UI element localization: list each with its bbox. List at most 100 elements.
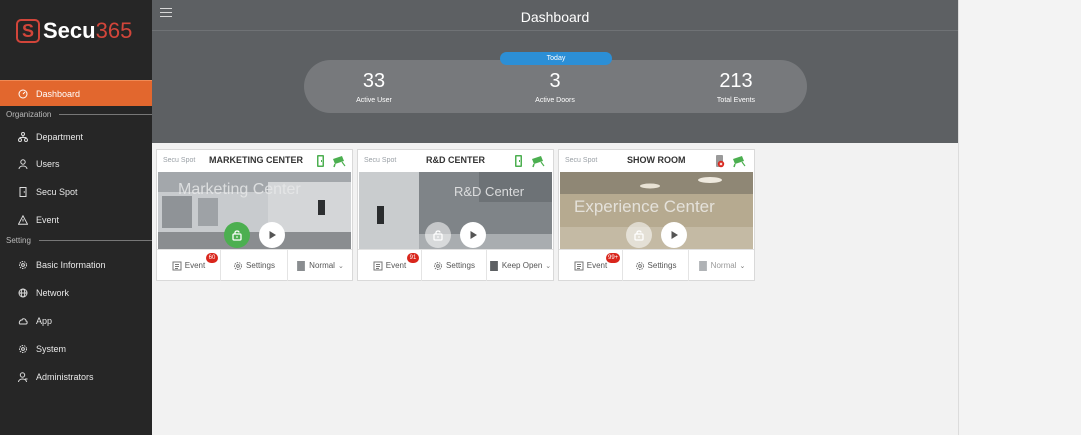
sidebar-item-label: Department: [36, 132, 84, 142]
play-button[interactable]: [661, 222, 687, 248]
door-mode-value: Keep Open: [501, 261, 543, 270]
door-mode-icon: [489, 260, 498, 271]
sidebar-item-event[interactable]: Event: [0, 207, 152, 233]
department-icon: [16, 132, 30, 142]
logo: S Secu365: [16, 16, 132, 46]
door-mode-select[interactable]: Keep Open ⌄: [487, 250, 553, 281]
settings-label: Settings: [647, 261, 677, 270]
door-status-icon: [716, 155, 725, 168]
door-camera-image: R&D Center: [359, 172, 552, 249]
section-organization: Organization: [6, 110, 152, 119]
sidebar-item-department[interactable]: Department: [0, 124, 152, 150]
door-card: Secu Spot SHOW ROOM Experience Center Ev…: [558, 149, 755, 281]
sidebar-item-label: Event: [36, 215, 60, 225]
event-button[interactable]: Event 91: [358, 250, 422, 281]
stat-label: Active User: [356, 97, 392, 104]
right-empty-pane: [958, 0, 1081, 435]
cloud-icon: [16, 316, 30, 326]
event-count-badge: 60: [206, 253, 218, 263]
card-title: R&D CENTER: [426, 155, 486, 165]
app-root: S Secu365 Dashboard Organization Departm…: [0, 0, 1081, 435]
sidebar-item-app[interactable]: App: [0, 308, 152, 334]
today-badge: Today: [500, 52, 612, 65]
settings-label: Settings: [446, 261, 475, 270]
door-camera-image: Marketing Center: [158, 172, 351, 249]
door-mode-icon: [698, 260, 707, 271]
card-type: Secu Spot: [364, 157, 397, 164]
event-list-icon: [172, 261, 182, 270]
door-mode-select[interactable]: Normal ⌄: [288, 250, 352, 281]
section-setting: Setting: [6, 236, 152, 245]
chevron-down-icon: ⌄: [337, 262, 344, 270]
sidebar-item-basic-information[interactable]: Basic Information: [0, 252, 152, 278]
event-label: Event: [385, 261, 407, 270]
card-title: MARKETING CENTER: [209, 155, 303, 165]
stat-value: 3: [549, 70, 561, 92]
play-button[interactable]: [460, 222, 486, 248]
event-count-badge: 99+: [606, 253, 621, 263]
stat-value: 213: [719, 70, 753, 92]
card-header: Secu Spot R&D CENTER: [358, 150, 553, 172]
camera-icon: [733, 156, 746, 168]
topbar: Dashboard: [152, 0, 958, 31]
sidebar-item-dashboard[interactable]: Dashboard: [0, 80, 152, 106]
settings-button[interactable]: Settings: [221, 250, 288, 281]
door-card: Secu Spot MARKETING CENTER Marketing Cen…: [156, 149, 353, 281]
card-type: Secu Spot: [565, 157, 598, 164]
door-mode-select[interactable]: Normal ⌄: [689, 250, 754, 281]
sidebar-item-secu-spot[interactable]: Secu Spot: [0, 179, 152, 205]
event-label: Event: [184, 261, 206, 270]
logo-shield-icon: S: [16, 19, 40, 43]
event-button[interactable]: Event 60: [157, 250, 221, 281]
event-button[interactable]: Event 99+: [559, 250, 623, 281]
card-title: SHOW ROOM: [627, 155, 686, 165]
event-list-icon: [574, 261, 584, 270]
card-header: Secu Spot MARKETING CENTER: [157, 150, 352, 172]
settings-button[interactable]: Settings: [422, 250, 487, 281]
sidebar-item-label: Users: [36, 159, 60, 169]
logo-text: Secu365: [43, 18, 133, 43]
sidebar-item-administrators[interactable]: Administrators: [0, 364, 152, 390]
unlock-button[interactable]: [626, 222, 652, 248]
header: Dashboard 33 Active User 3 Active Doors …: [152, 0, 958, 143]
sidebar-item-label: App: [36, 316, 53, 326]
stat-active-user: 33 Active User: [329, 70, 419, 104]
door-mode-value: Normal: [710, 261, 737, 270]
sidebar-item-label: System: [36, 344, 67, 354]
event-count-badge: 91: [407, 253, 419, 263]
stat-active-doors: 3 Active Doors: [510, 70, 600, 104]
door-status-icon: [515, 155, 522, 167]
card-type: Secu Spot: [163, 157, 196, 164]
play-button[interactable]: [259, 222, 285, 248]
card-footer: Event 91 Settings Keep Open ⌄: [358, 249, 553, 281]
sidebar-item-label: Network: [36, 288, 70, 298]
sidebar-item-users[interactable]: Users: [0, 151, 152, 177]
card-footer: Event 99+ Settings Normal ⌄: [559, 249, 754, 281]
stat-label: Total Events: [716, 97, 756, 104]
play-icon: [671, 231, 678, 239]
warning-icon: [16, 215, 30, 225]
admin-icon: [16, 372, 30, 382]
sidebar-item-network[interactable]: Network: [0, 280, 152, 306]
card-footer: Event 60 Settings Normal ⌄: [157, 249, 352, 281]
sidebar-item-label: Dashboard: [36, 88, 81, 99]
stat-label: Active Doors: [535, 97, 575, 104]
dashboard-icon: [16, 89, 30, 99]
gear-icon: [234, 261, 243, 270]
stats-panel: 33 Active User 3 Active Doors 213 Total …: [304, 60, 807, 113]
door-icon: [16, 187, 30, 197]
event-label: Event: [586, 261, 608, 270]
settings-button[interactable]: Settings: [623, 250, 689, 281]
sidebar-item-label: Secu Spot: [36, 187, 78, 197]
sidebar-item-system[interactable]: System: [0, 336, 152, 362]
door-status-icon: [317, 155, 324, 167]
door-card: Secu Spot R&D CENTER R&D Center Event 91…: [357, 149, 554, 281]
chevron-down-icon: ⌄: [545, 262, 552, 270]
unlock-button[interactable]: [224, 222, 250, 248]
unlock-button[interactable]: [425, 222, 451, 248]
stat-total-events: 213 Total Events: [691, 70, 781, 104]
settings-label: Settings: [246, 261, 275, 270]
lock-icon: [232, 230, 242, 241]
sidebar-item-label: Administrators: [36, 372, 94, 382]
main-content: Secu Spot MARKETING CENTER Marketing Cen…: [152, 143, 958, 435]
